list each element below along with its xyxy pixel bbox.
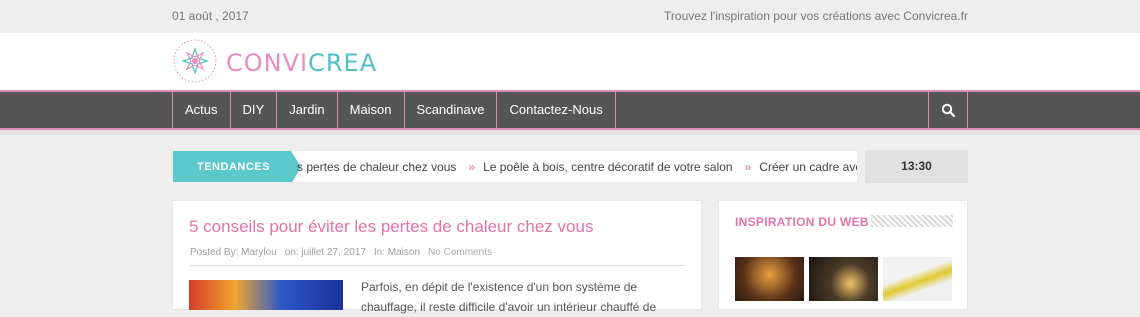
post-comments-link[interactable]: No Comments <box>428 247 492 258</box>
post-thumbnail[interactable] <box>189 280 343 310</box>
ticker-link-1[interactable]: s pertes de chaleur chez vous <box>297 151 456 182</box>
logo-wordmark-part2: CREA <box>308 49 378 77</box>
widget-title: INSPIRATION DU WEB <box>735 215 869 229</box>
post-meta: Posted By: Marylou on: juillet 27, 2017 … <box>190 247 492 258</box>
nav-menu: Actus DIY Jardin Maison Scandinave Conta… <box>172 92 616 128</box>
logo-wordmark-part1: CONVI <box>226 49 309 77</box>
nav-item-scandinave[interactable]: Scandinave <box>405 92 498 128</box>
trending-label: TENDANCES <box>173 151 301 182</box>
post-excerpt: Parfois, en dépit de l'existence d'un bo… <box>361 280 657 314</box>
widget-title-decoration <box>871 215 953 227</box>
top-bar: 01 août , 2017 Trouvez l'inspiration pou… <box>0 0 1140 33</box>
ticker-link-2[interactable]: Le poêle à bois, centre décoratif de vot… <box>483 151 733 182</box>
mandala-logo-icon <box>173 39 217 83</box>
nav-item-diy[interactable]: DIY <box>231 92 278 128</box>
featured-post: 5 conseils pour éviter les pertes de cha… <box>172 200 702 314</box>
ticker-track: s pertes de chaleur chez vous » Le poêle… <box>297 151 857 182</box>
nav-shadow-divider <box>0 130 1140 135</box>
nav-item-jardin[interactable]: Jardin <box>277 92 338 128</box>
nav-item-maison[interactable]: Maison <box>338 92 405 128</box>
double-chevron-icon: » <box>744 160 752 174</box>
post-title[interactable]: 5 conseils pour éviter les pertes de cha… <box>189 217 593 237</box>
inspiration-thumb-bulb[interactable] <box>809 257 878 301</box>
search-button[interactable] <box>928 92 968 128</box>
site-header: CONVICREA <box>0 33 1140 90</box>
current-date: 01 août , 2017 <box>172 9 249 23</box>
post-category[interactable]: In: Maison <box>374 247 420 258</box>
post-divider <box>189 265 685 266</box>
search-icon <box>941 103 955 117</box>
post-date: on: juillet 27, 2017 <box>284 247 366 258</box>
site-logo[interactable]: CONVICREA <box>172 38 377 84</box>
nav-item-contact[interactable]: Contactez-Nous <box>497 92 616 128</box>
trending-ticker: TENDANCES s pertes de chaleur chez vous … <box>172 150 858 183</box>
sidebar-widget: INSPIRATION DU WEB <box>718 200 968 310</box>
inspiration-thumb-tape[interactable] <box>883 257 952 301</box>
inspiration-thumbnails <box>735 257 952 301</box>
logo-wordmark: CONVICREA <box>226 49 377 77</box>
main-navigation: Actus DIY Jardin Maison Scandinave Conta… <box>0 90 1140 130</box>
double-chevron-icon: » <box>468 160 476 174</box>
post-author[interactable]: Posted By: Marylou <box>190 247 277 258</box>
ticker-link-3[interactable]: Créer un cadre avec du pap <box>759 151 857 182</box>
inspiration-thumb-lamp[interactable] <box>735 257 804 301</box>
nav-item-actus[interactable]: Actus <box>173 92 231 128</box>
current-time: 13:30 <box>865 150 968 183</box>
site-tagline: Trouvez l'inspiration pour vos créations… <box>664 9 968 23</box>
